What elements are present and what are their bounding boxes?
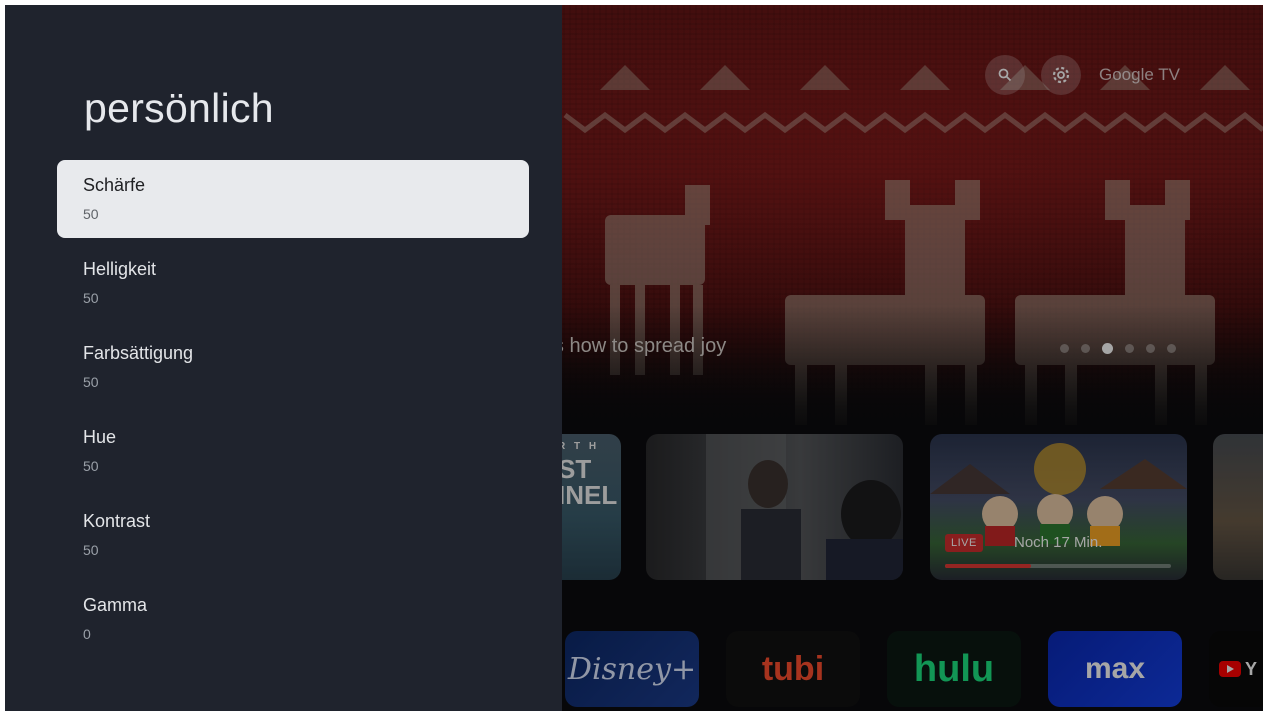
tv-screen: arns how to spread joy Google TV R T H S… [5,5,1263,711]
setting-value: 50 [83,374,99,390]
setting-gamma[interactable]: Gamma 0 [57,580,529,658]
setting-label: Farbsättigung [83,343,194,363]
setting-contrast[interactable]: Kontrast 50 [57,496,529,574]
setting-brightness[interactable]: Helligkeit 50 [57,244,529,322]
setting-sharpness[interactable]: Schärfe 50 [57,160,529,238]
picture-settings-panel: persönlich Schärfe 50 Helligkeit 50 Farb… [5,5,562,711]
setting-label: Hue [83,427,117,447]
setting-value: 50 [83,290,99,306]
setting-hue[interactable]: Hue 50 [57,412,529,490]
panel-title: persönlich [84,85,274,131]
setting-label: Schärfe [83,175,146,195]
setting-value: 50 [83,542,99,558]
setting-value: 50 [83,206,99,222]
setting-label: Helligkeit [83,259,157,279]
setting-value: 0 [83,626,91,642]
setting-value: 50 [83,458,99,474]
setting-label: Kontrast [83,511,151,531]
setting-saturation[interactable]: Farbsättigung 50 [57,328,529,406]
setting-label: Gamma [83,595,148,615]
